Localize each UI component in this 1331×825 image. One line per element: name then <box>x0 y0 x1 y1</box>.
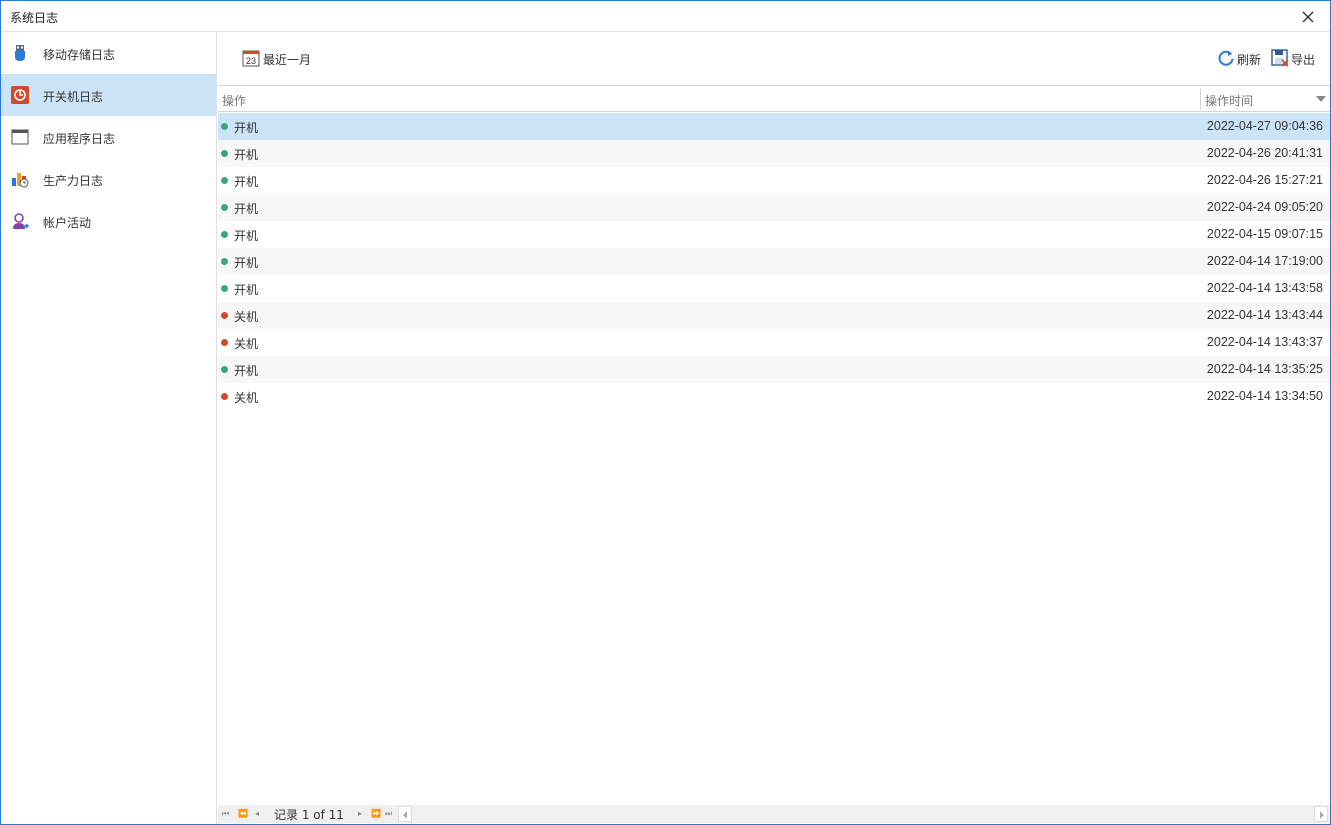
power-on-status-icon <box>221 177 228 184</box>
sidebar-item-account-activity[interactable]: 帐户活动 <box>1 200 216 242</box>
power-on-status-icon <box>221 258 228 265</box>
time-cell: 2022-04-14 13:35:25 <box>1206 362 1323 376</box>
time-cell: 2022-04-27 09:04:36 <box>1206 119 1323 133</box>
usb-drive-icon <box>15 45 25 61</box>
sidebar: 移动存储日志 开关机日志 应用程序日志 生产力日志 帐户活动 <box>1 32 217 824</box>
table-row[interactable]: 开机 2022-04-14 17:19:00 <box>218 248 1330 275</box>
time-cell: 2022-04-14 13:43:37 <box>1206 335 1323 349</box>
power-on-status-icon <box>221 285 228 292</box>
system-log-window: 系统日志 移动存储日志 开关机日志 应用程序日志 生产力日志 帐户活动 23 最… <box>0 0 1331 825</box>
operation-cell: 关机 <box>234 310 259 324</box>
calendar-icon: 23 <box>242 50 260 67</box>
power-log-icon <box>11 86 29 104</box>
table-row[interactable]: 开机 2022-04-15 09:07:15 <box>218 221 1330 248</box>
operation-cell: 开机 <box>234 256 259 270</box>
sidebar-item-removable-storage-log[interactable]: 移动存储日志 <box>1 32 216 74</box>
power-on-status-icon <box>221 123 228 130</box>
grid-rows: 开机 2022-04-27 09:04:36 开机 2022-04-26 20:41:… <box>218 113 1330 410</box>
power-on-status-icon <box>221 366 228 373</box>
first-page-icon[interactable]: ⏮ <box>222 809 229 819</box>
next-block-icon[interactable]: ⏩ <box>371 809 381 819</box>
last-page-icon[interactable]: ⏭ <box>385 809 392 819</box>
refresh-label: 刷新 <box>1237 53 1262 67</box>
date-filter-label: 最近一月 <box>263 53 312 67</box>
power-off-status-icon <box>221 393 228 400</box>
sidebar-item-label: 移动存储日志 <box>43 48 116 62</box>
table-row[interactable]: 关机 2022-04-14 13:34:50 <box>218 383 1330 410</box>
date-range-filter-button[interactable]: 23 最近一月 <box>242 49 322 69</box>
table-row[interactable]: 开机 2022-04-14 13:43:58 <box>218 275 1330 302</box>
operation-cell: 开机 <box>234 364 259 378</box>
window-title: 系统日志 <box>10 11 59 25</box>
operation-cell: 开机 <box>234 175 259 189</box>
time-cell: 2022-04-14 13:34:50 <box>1206 389 1323 403</box>
table-row[interactable]: 关机 2022-04-14 13:43:44 <box>218 302 1330 329</box>
toolbar: 23 最近一月 刷新 导出 <box>218 32 1330 85</box>
time-cell: 2022-04-26 15:27:21 <box>1206 173 1323 187</box>
scroll-right-button[interactable] <box>1314 806 1328 822</box>
operation-cell: 关机 <box>234 391 259 405</box>
refresh-icon <box>1218 50 1234 66</box>
user-account-icon <box>13 213 29 229</box>
power-on-status-icon <box>221 204 228 211</box>
refresh-button[interactable]: 刷新 <box>1217 49 1263 69</box>
scroll-right-icon <box>1320 811 1324 819</box>
time-cell: 2022-04-26 20:41:31 <box>1206 146 1323 160</box>
power-on-status-icon <box>221 150 228 157</box>
main-panel: 23 最近一月 刷新 导出 操作 操作时间 开机 2022-04-27 09:0… <box>218 32 1330 824</box>
app-window-icon <box>11 129 29 145</box>
next-page-icon[interactable]: ▸ <box>358 809 362 819</box>
sidebar-item-label: 开关机日志 <box>43 90 104 104</box>
export-label: 导出 <box>1291 53 1316 67</box>
sidebar-item-power-log[interactable]: 开关机日志 <box>1 74 216 116</box>
sidebar-item-label: 帐户活动 <box>43 216 92 230</box>
scroll-left-button[interactable] <box>398 806 412 822</box>
column-divider[interactable] <box>1200 88 1201 110</box>
operation-cell: 开机 <box>234 148 259 162</box>
sidebar-item-productivity-log[interactable]: 生产力日志 <box>1 158 216 200</box>
pager: ⏮ ⏪ ◂ 记录 1 of 11 ▸ ⏩ ⏭ <box>218 805 1330 823</box>
time-cell: 2022-04-24 09:05:20 <box>1206 200 1323 214</box>
table-row[interactable]: 开机 2022-04-24 09:05:20 <box>218 194 1330 221</box>
table-row[interactable]: 开机 2022-04-14 13:35:25 <box>218 356 1330 383</box>
prev-page-icon[interactable]: ◂ <box>255 809 259 819</box>
column-header-time[interactable]: 操作时间 <box>1205 92 1253 109</box>
operation-cell: 关机 <box>234 337 259 351</box>
horizontal-scrollbar[interactable] <box>398 806 1328 822</box>
column-header-operation[interactable]: 操作 <box>222 92 246 109</box>
log-grid: 操作 操作时间 开机 2022-04-27 09:04:36 开机 2022-04-2… <box>218 85 1330 805</box>
sidebar-item-label: 生产力日志 <box>43 174 104 188</box>
time-cell: 2022-04-14 13:43:58 <box>1206 281 1323 295</box>
sort-descending-icon[interactable] <box>1316 96 1326 102</box>
table-row[interactable]: 开机 2022-04-26 20:41:31 <box>218 140 1330 167</box>
power-off-status-icon <box>221 312 228 319</box>
operation-cell: 开机 <box>234 229 259 243</box>
calendar-icon-day: 23 <box>246 56 256 66</box>
export-save-icon <box>1271 49 1289 67</box>
productivity-chart-icon <box>12 173 29 188</box>
close-icon[interactable] <box>1298 7 1318 27</box>
table-row[interactable]: 开机 2022-04-26 15:27:21 <box>218 167 1330 194</box>
record-counter: 记录 1 of 11 <box>274 808 344 822</box>
table-row[interactable]: 开机 2022-04-27 09:04:36 <box>218 113 1330 140</box>
grid-header: 操作 操作时间 <box>218 86 1330 112</box>
time-cell: 2022-04-14 13:43:44 <box>1206 308 1323 322</box>
time-cell: 2022-04-15 09:07:15 <box>1206 227 1323 241</box>
time-cell: 2022-04-14 17:19:00 <box>1206 254 1323 268</box>
operation-cell: 开机 <box>234 121 259 135</box>
title-bar: 系统日志 <box>1 1 1330 32</box>
sidebar-item-label: 应用程序日志 <box>43 132 116 146</box>
operation-cell: 开机 <box>234 283 259 297</box>
operation-cell: 开机 <box>234 202 259 216</box>
power-off-status-icon <box>221 339 228 346</box>
prev-block-icon[interactable]: ⏪ <box>238 809 248 819</box>
sidebar-item-application-log[interactable]: 应用程序日志 <box>1 116 216 158</box>
export-button[interactable]: 导出 <box>1271 49 1319 69</box>
scroll-left-icon <box>403 811 407 819</box>
power-on-status-icon <box>221 231 228 238</box>
table-row[interactable]: 关机 2022-04-14 13:43:37 <box>218 329 1330 356</box>
